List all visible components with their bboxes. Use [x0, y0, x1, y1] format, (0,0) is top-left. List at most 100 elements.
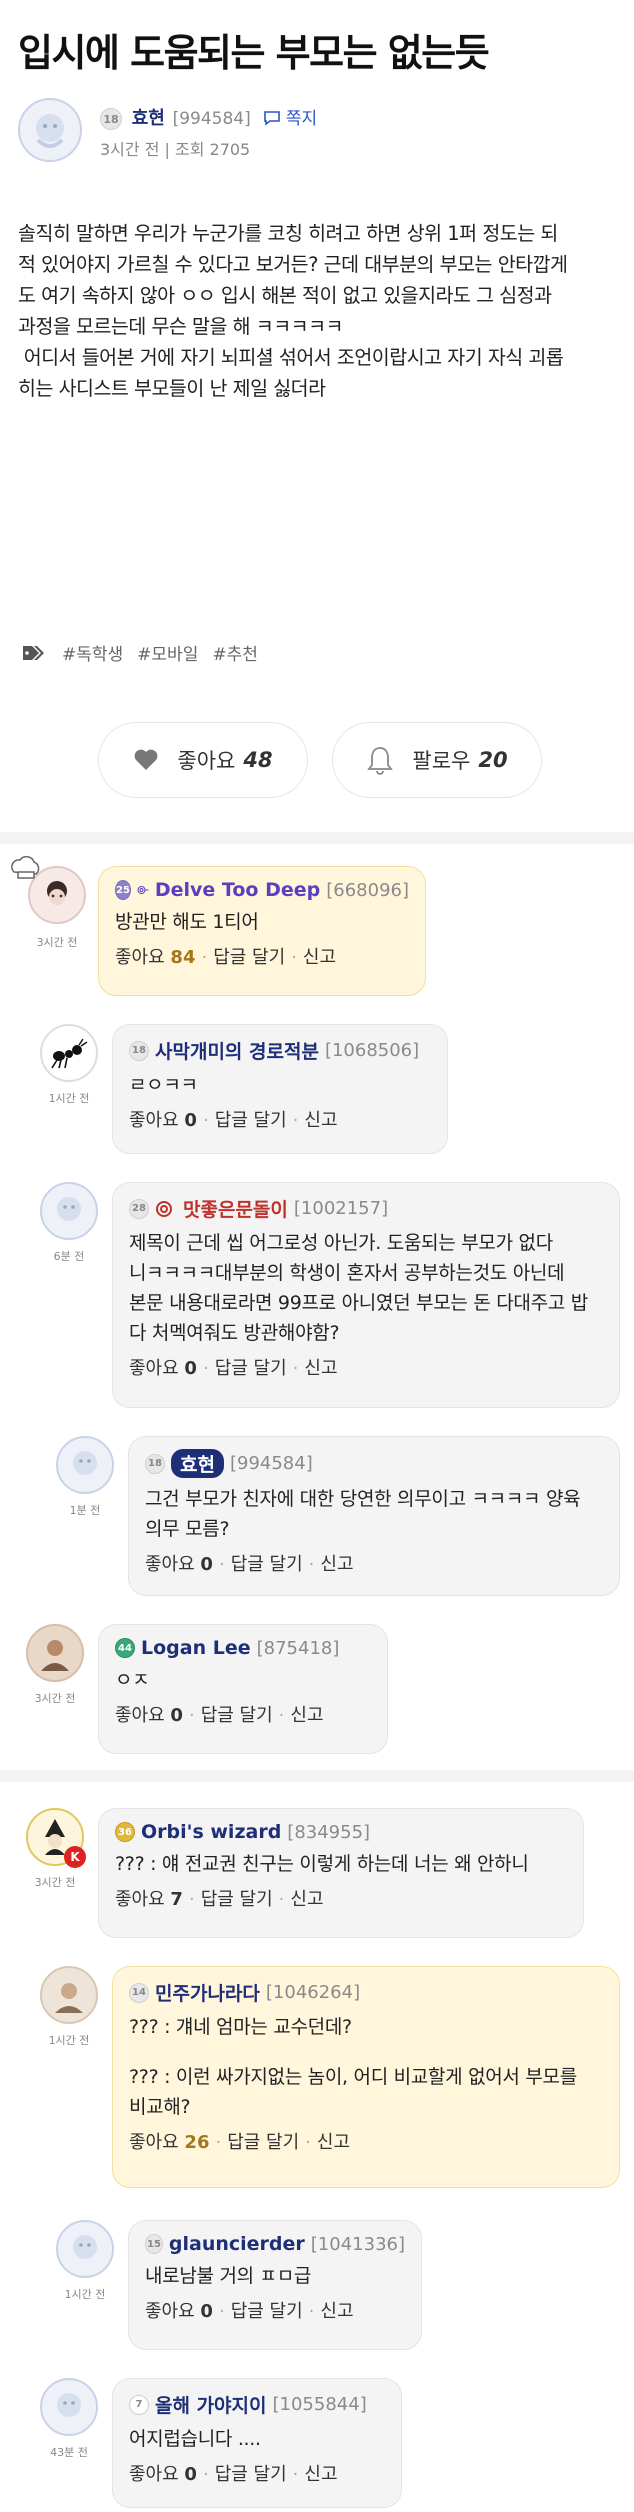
post-body-line: 어디서 들어본 거에 자기 뇌피셜 섞어서 조언이랍시고 자기 자식 괴롭: [18, 346, 564, 369]
comment-like-button[interactable]: 좋아요 7: [115, 1889, 183, 1910]
report-button[interactable]: 신고: [304, 2464, 337, 2485]
comment-nickname[interactable]: Delve Too Deep: [155, 879, 320, 901]
reply-button[interactable]: 답글 달기: [215, 1358, 287, 1379]
comment-bubble: 14 민주가나라다 [1046264] ??? : 걔네 엄마는 교수던데? ?…: [112, 1966, 620, 2188]
tag-link[interactable]: #추천: [212, 640, 258, 665]
ant-avatar-icon: [51, 1038, 88, 1069]
comment-uid: [994584]: [229, 1453, 313, 1474]
comment-nickname[interactable]: 민주가나라다: [155, 1979, 260, 2006]
like-text: 좋아요: [129, 2132, 179, 2153]
comment-time: 1시간 전: [64, 2288, 106, 2301]
reply-button[interactable]: 답글 달기: [201, 1889, 273, 1910]
report-button[interactable]: 신고: [304, 1110, 337, 1131]
comment-nickname[interactable]: Logan Lee: [141, 1637, 251, 1659]
tag-link[interactable]: #독학생: [62, 640, 123, 665]
comment-nickname[interactable]: 올해 가야지이: [155, 2391, 267, 2418]
commenter-avatar[interactable]: [40, 1024, 98, 1082]
comment-like-count: 0: [184, 1110, 197, 1131]
tag-list: #독학생 #모바일 #추천: [22, 640, 258, 665]
message-icon: [263, 111, 280, 126]
commenter-avatar[interactable]: [40, 1182, 98, 1240]
ghost-avatar-icon: [73, 2235, 97, 2259]
like-text: 좋아요: [115, 1705, 165, 1726]
like-text: 좋아요: [145, 2301, 195, 2322]
author-name-line: 18 효현 [994584] 쪽지: [100, 104, 317, 130]
reply-button[interactable]: 답글 달기: [213, 947, 285, 968]
comment-bubble: 36 Orbi's wizard [834955] ??? : 얘 전교권 친구…: [98, 1808, 584, 1938]
comment-like-button[interactable]: 좋아요 0: [129, 1358, 197, 1379]
comment-nickname[interactable]: glauncierder: [169, 2233, 305, 2255]
message-label: 쪽지: [285, 109, 318, 129]
reply-button[interactable]: 답글 달기: [201, 1705, 273, 1726]
report-button[interactable]: 신고: [320, 1554, 353, 1575]
comment-text: 제목이 근데 씹 어그로성 아닌가. 도움되는 부모가 없다 니ㅋㅋㅋㅋ대부분의…: [129, 1232, 588, 1344]
report-button[interactable]: 신고: [320, 2301, 353, 2322]
comment-actions: 좋아요 0 · 답글 달기 · 신고: [145, 1554, 354, 1575]
comment-uid: [1046264]: [265, 1982, 361, 2003]
comment-bubble: 25 Delve Too Deep [668096] 방관만 해도 1티어 좋아…: [98, 866, 426, 996]
post-body-line: 적 있어야지 가르칠 수 있다고 보거든? 근데 대부분의 부모는 안타깝게: [18, 253, 568, 276]
comment-bubble: 44 Logan Lee [875418] ㅇㅈ 좋아요 0 · 답글 달기 · 신고: [98, 1624, 388, 1754]
comment-nickname[interactable]: Orbi's wizard: [141, 1821, 281, 1843]
post-body-line: 솔직히 말하면 우리가 누군가를 코칭 히려고 하면 상위 1퍼 정도는 되: [18, 222, 558, 245]
tag-link[interactable]: #모바일: [137, 640, 198, 665]
commenter-avatar[interactable]: [40, 1966, 98, 2024]
reply-button[interactable]: 답글 달기: [215, 2464, 287, 2485]
reply-button[interactable]: 답글 달기: [215, 1110, 287, 1131]
commenter-avatar[interactable]: [26, 1624, 84, 1682]
like-button[interactable]: 좋아요 48: [98, 722, 308, 798]
report-button[interactable]: 신고: [304, 1358, 337, 1379]
comment-like-button[interactable]: 좋아요 0: [129, 2464, 197, 2485]
comment-time: 3시간 전: [34, 1692, 76, 1705]
comment-actions: 좋아요 0 · 답글 달기 · 신고: [145, 2301, 354, 2322]
like-text: 좋아요: [129, 2464, 179, 2485]
comment-time: 3시간 전: [36, 936, 78, 949]
section-divider: [0, 832, 634, 844]
comment-head: 28 맛좋은문돌이 [1002157]: [129, 1195, 603, 1222]
like-count: 48: [243, 748, 273, 772]
reply-button[interactable]: 답글 달기: [231, 2301, 303, 2322]
follow-count: 20: [478, 748, 508, 772]
comment-text: ??? : 걔네 엄마는 교수던데?: [129, 2016, 352, 2038]
comment-nickname[interactable]: 효현: [171, 1449, 224, 1478]
reply-button[interactable]: 답글 달기: [227, 2132, 299, 2153]
author-avatar[interactable]: [18, 98, 82, 162]
comment-like-button[interactable]: 좋아요 84: [115, 947, 195, 968]
comment-like-count: 84: [170, 947, 196, 968]
message-button[interactable]: 쪽지: [263, 109, 318, 129]
follow-label: 팔로우: [412, 749, 471, 773]
post-meta: 3시간 전 | 조회 2705: [100, 140, 251, 159]
report-button[interactable]: 신고: [317, 2132, 350, 2153]
comment-nickname[interactable]: 사막개미의 경로적분: [155, 1037, 319, 1064]
comment-bubble: 28 맛좋은문돌이 [1002157] 제목이 근데 씹 어그로성 아닌가. 도…: [112, 1182, 620, 1408]
swirl-badge-icon: [156, 1200, 172, 1217]
comment-bubble: 18 효현 [994584] 그건 부모가 친자에 대한 당연한 의무이고 ㅋㅋ…: [128, 1436, 620, 1596]
comment-like-button[interactable]: 좋아요 0: [115, 1705, 183, 1726]
reply-button[interactable]: 답글 달기: [231, 1554, 303, 1575]
comment-like-button[interactable]: 좋아요 26: [129, 2132, 209, 2153]
comment-head: 18 효현 [994584]: [145, 1449, 603, 1478]
chef-hat-icon: [11, 856, 40, 879]
report-button[interactable]: 신고: [290, 1889, 323, 1910]
comment-text: 그건 부모가 친자에 대한 당연한 의무이고 ㅋㅋㅋㅋ 양육 의무 모름?: [145, 1488, 581, 1540]
comment-like-count: 0: [184, 1358, 197, 1379]
comment-like-button[interactable]: 좋아요 0: [145, 2301, 213, 2322]
comment-nickname[interactable]: 맛좋은문돌이: [183, 1195, 288, 1222]
comment-like-button[interactable]: 좋아요 0: [129, 1110, 197, 1131]
commenter-avatar[interactable]: [56, 1436, 114, 1494]
author-nickname[interactable]: 효현: [132, 108, 165, 129]
comment-level-badge: 18: [145, 1453, 165, 1474]
commenter-avatar[interactable]: [56, 2220, 114, 2278]
comment-like-button[interactable]: 좋아요 0: [145, 1554, 213, 1575]
comment-time: 1분 전: [69, 1504, 101, 1517]
comment-time: 6분 전: [53, 1250, 85, 1263]
report-button[interactable]: 신고: [290, 1705, 323, 1726]
comment-text: ??? : 얘 전교권 친구는 이렇게 하는데 너는 왜 안하니: [115, 1853, 529, 1875]
follow-button[interactable]: 팔로우 20: [332, 722, 542, 798]
comment-text: 어지럽습니다 ....: [129, 2428, 261, 2450]
report-button[interactable]: 신고: [303, 947, 336, 968]
comment-time: 43분 전: [50, 2446, 88, 2459]
commenter-avatar[interactable]: [40, 2378, 98, 2436]
comment-uid: [834955]: [287, 1821, 371, 1843]
comment-uid: [875418]: [256, 1637, 340, 1659]
